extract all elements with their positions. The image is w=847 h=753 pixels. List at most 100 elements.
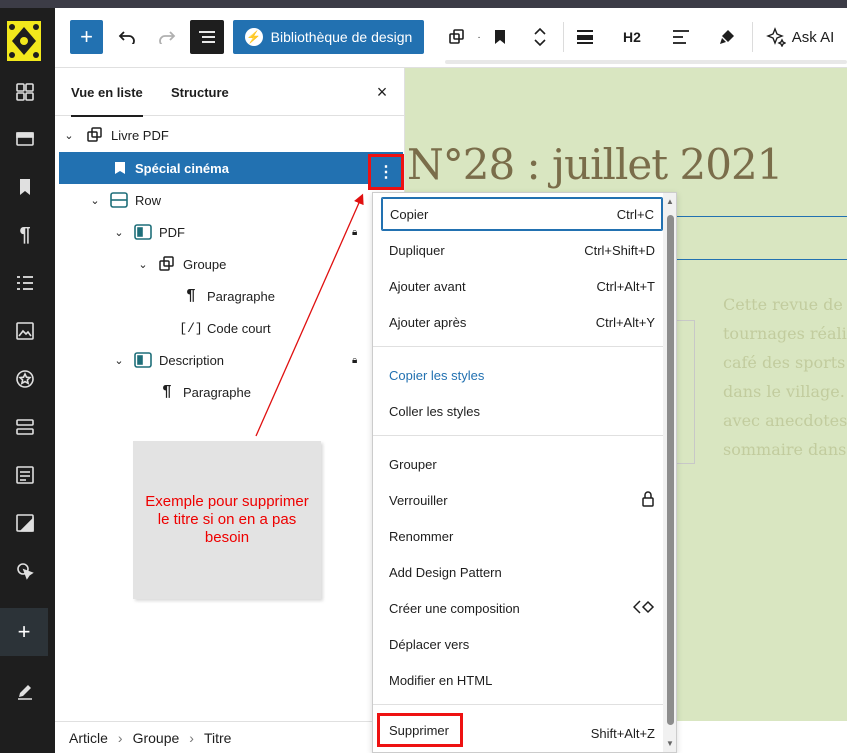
breadcrumb-item[interactable]: Article: [69, 730, 108, 746]
menu-item-shortcut: Ctrl+C: [616, 206, 654, 222]
move-up-down-buttons[interactable]: [529, 20, 551, 54]
form-icon[interactable]: [13, 463, 37, 487]
menu-item-duplicate[interactable]: Dupliquer Ctrl+Shift+D: [381, 233, 663, 267]
menu-item-move-to[interactable]: Déplacer vers: [381, 627, 663, 661]
add-block-button[interactable]: +: [70, 20, 103, 54]
scroll-up-icon[interactable]: ▲: [666, 197, 674, 206]
list-icon[interactable]: [13, 271, 37, 295]
menu-divider: [373, 346, 663, 347]
chevron-down-icon[interactable]: ⌄: [113, 226, 125, 239]
list-item[interactable]: ¶ Paragraphe: [55, 376, 405, 408]
canvas-text-line: dans le village.: [723, 382, 845, 401]
column-icon: [133, 350, 153, 370]
list-item[interactable]: ⌄ Description 🔒︎: [55, 344, 405, 376]
layout-icon[interactable]: [13, 80, 37, 104]
cover-icon[interactable]: [13, 511, 37, 535]
chevron-down-icon[interactable]: ⌄: [137, 258, 149, 271]
align-full-icon[interactable]: [573, 20, 597, 54]
chevron-down-icon[interactable]: ⌄: [63, 129, 75, 142]
bookmark-icon[interactable]: [13, 175, 37, 199]
menu-item-paste-styles[interactable]: Coller les styles: [381, 394, 663, 428]
row-icon: [109, 190, 129, 210]
list-item[interactable]: ⌄ Livre PDF: [55, 119, 405, 151]
chevron-down-icon[interactable]: ⌄: [89, 194, 101, 207]
canvas-text-line: café des sports: [723, 353, 846, 372]
menu-item-copy-styles[interactable]: Copier les styles: [381, 358, 663, 392]
toolbar-scrollbar[interactable]: [445, 60, 847, 64]
paragraph-icon: ¶: [162, 383, 172, 400]
close-icon[interactable]: ×: [370, 80, 394, 104]
column-icon: [133, 222, 153, 242]
site-logo[interactable]: [5, 19, 43, 63]
menu-item-label: Supprimer: [389, 722, 449, 738]
redo-button[interactable]: [155, 20, 179, 54]
list-item[interactable]: ⌄ Row: [55, 184, 405, 216]
rows-icon[interactable]: [13, 415, 37, 439]
menu-item-lock[interactable]: Verrouiller: [381, 483, 663, 517]
menu-item-copy[interactable]: Copier Ctrl+C: [381, 197, 663, 231]
menu-item-label: Créer une composition: [389, 600, 520, 616]
list-item-selected[interactable]: Spécial cinéma: [59, 152, 403, 184]
transform-block-button[interactable]: [445, 20, 469, 54]
tab-list-view[interactable]: Vue en liste: [71, 68, 143, 117]
breadcrumb-item[interactable]: Titre: [204, 730, 231, 746]
lock-icon: [641, 490, 655, 510]
group-icon: [157, 254, 177, 274]
menu-item-label: Ajouter avant: [389, 278, 466, 294]
header-icon[interactable]: [13, 127, 37, 151]
menu-item-rename[interactable]: Renommer: [381, 519, 663, 553]
menu-item-group[interactable]: Grouper: [381, 447, 663, 481]
menu-item-label: Add Design Pattern: [389, 564, 502, 580]
list-view-button[interactable]: [190, 20, 224, 54]
group-icon: [85, 125, 105, 145]
bookmark-block-icon[interactable]: [489, 20, 511, 54]
text-align-icon[interactable]: [669, 20, 693, 54]
menu-item-label: Déplacer vers: [389, 636, 470, 652]
lock-icon: 🔒︎: [352, 226, 358, 238]
menu-item-label: Dupliquer: [389, 242, 445, 258]
canvas-title[interactable]: N°28 : juillet 2021: [407, 140, 783, 189]
menu-scrollbar[interactable]: ▲ ▼: [663, 193, 676, 752]
add-block-icon[interactable]: +: [0, 608, 48, 656]
lightning-icon: ⚡: [244, 28, 263, 46]
chevron-right-icon: ›: [117, 729, 123, 746]
design-library-button[interactable]: ⚡ Bibliothèque de design: [233, 20, 424, 54]
list-item-label: Livre PDF: [111, 127, 169, 143]
menu-item-label: Modifier en HTML: [389, 672, 493, 688]
admin-sidebar: ¶ +: [0, 8, 55, 753]
heading-level-button[interactable]: H2: [617, 20, 647, 54]
sparkle-icon: [765, 27, 786, 47]
tab-structure[interactable]: Structure: [171, 68, 229, 116]
paragraph-icon[interactable]: ¶: [13, 223, 37, 247]
highlighter-icon[interactable]: [715, 20, 739, 54]
ask-ai-button[interactable]: Ask AI: [760, 20, 840, 54]
pattern-icon: [632, 599, 655, 617]
list-item-label: Paragraphe: [207, 288, 275, 304]
canvas-paragraph[interactable]: Cette revue de tournages réali café des …: [723, 290, 847, 464]
list-item[interactable]: ⌄ Groupe: [55, 248, 405, 280]
edit-pen-icon[interactable]: [13, 679, 37, 703]
breadcrumb-item[interactable]: Groupe: [133, 730, 180, 746]
scroll-down-icon[interactable]: ▼: [666, 739, 674, 748]
menu-item-add-design-pattern[interactable]: Add Design Pattern: [381, 555, 663, 589]
menu-item-create-pattern[interactable]: Créer une composition: [381, 591, 663, 625]
menu-item-delete[interactable]: Supprimer: [377, 713, 463, 747]
undo-button[interactable]: [115, 20, 139, 54]
breadcrumb: Article › Groupe › Titre: [55, 721, 405, 753]
menu-item-label: Renommer: [389, 528, 454, 544]
canvas-text-line: tournages réali: [723, 324, 847, 343]
menu-item-insert-after[interactable]: Ajouter après Ctrl+Alt+Y: [381, 305, 663, 339]
star-badge-icon[interactable]: [13, 367, 37, 391]
pointer-icon[interactable]: [13, 559, 37, 583]
list-item[interactable]: ¶ Paragraphe: [55, 280, 405, 312]
list-item[interactable]: ⌄ PDF 🔒︎: [55, 216, 405, 248]
menu-item-insert-before[interactable]: Ajouter avant Ctrl+Alt+T: [381, 269, 663, 303]
shortcode-icon: [/]: [179, 320, 203, 336]
menu-item-edit-html[interactable]: Modifier en HTML: [381, 663, 663, 697]
chevron-down-icon[interactable]: ⌄: [113, 354, 125, 367]
image-icon[interactable]: [13, 319, 37, 343]
scrollbar-thumb[interactable]: [667, 215, 674, 725]
paragraph-icon: ¶: [186, 287, 196, 304]
menu-item-label: Copier les styles: [389, 367, 485, 383]
list-item[interactable]: [/] Code court: [55, 312, 405, 344]
